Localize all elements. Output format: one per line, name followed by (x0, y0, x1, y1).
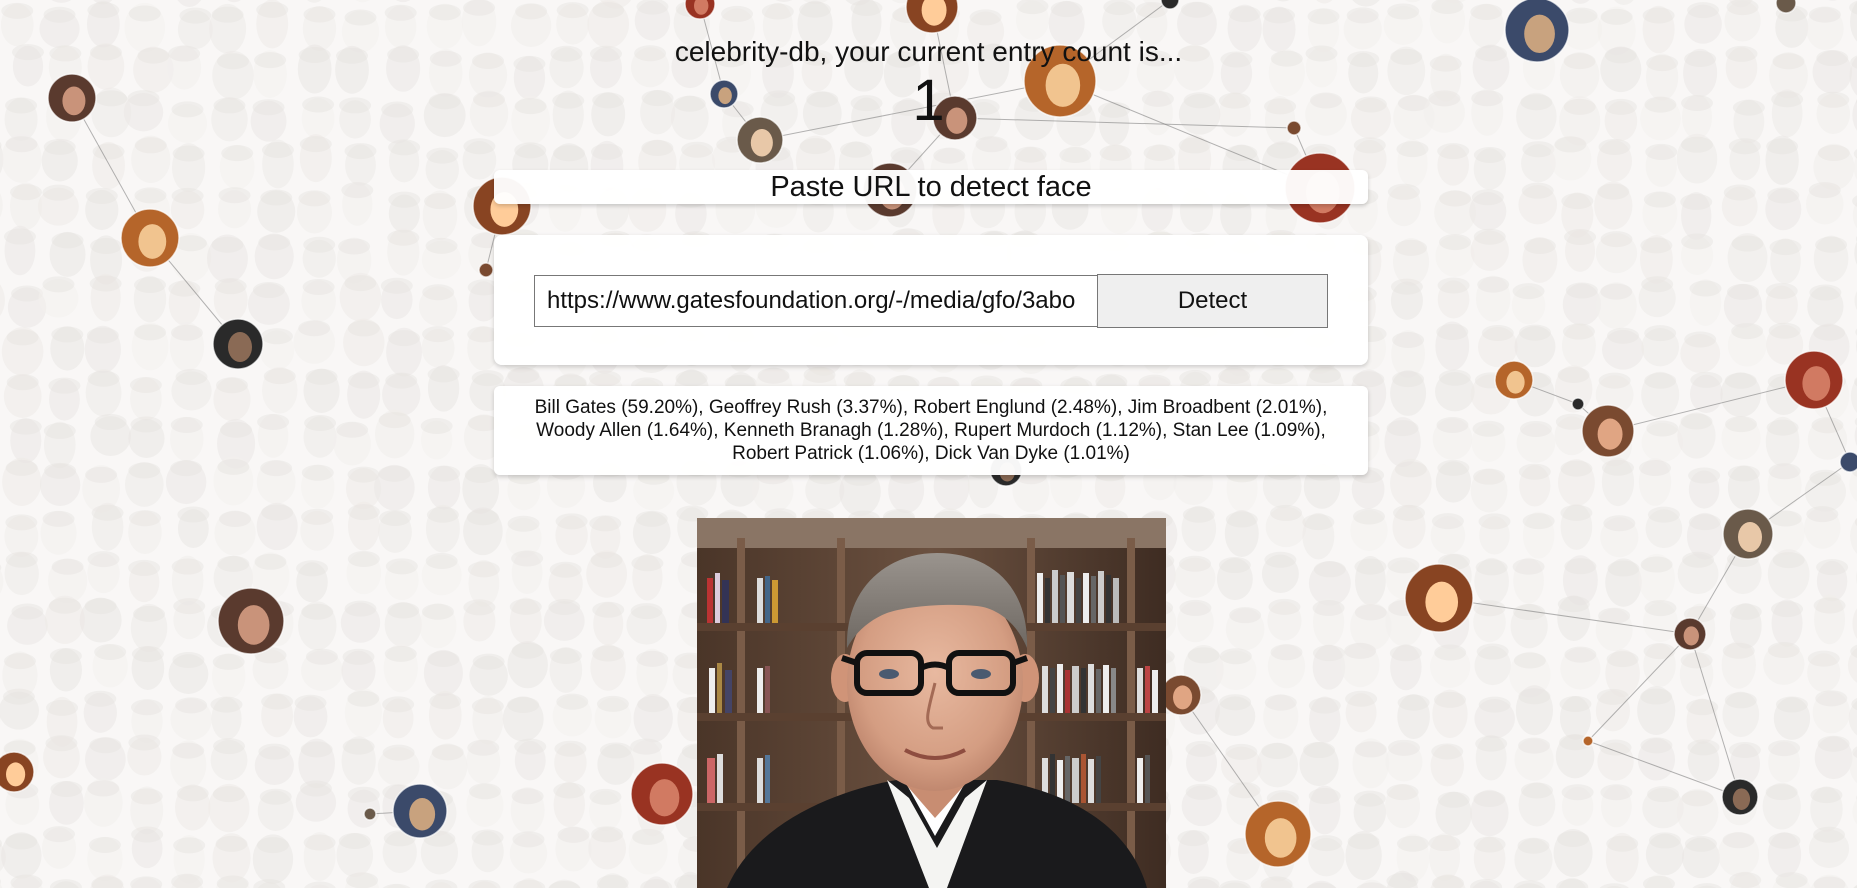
detect-form: Detect (494, 235, 1368, 365)
detect-button[interactable]: Detect (1097, 274, 1328, 328)
entry-count-heading: celebrity-db, your current entry count i… (674, 36, 1183, 67)
main-content: celebrity-db, your current entry count i… (0, 0, 1857, 888)
detected-face-photo (697, 518, 1166, 888)
detect-panel-title: Paste URL to detect face (494, 170, 1368, 204)
entry-count-value: 1 (912, 68, 945, 133)
url-input[interactable] (534, 275, 1098, 327)
detection-results: Bill Gates (59.20%), Geoffrey Rush (3.37… (494, 386, 1368, 475)
